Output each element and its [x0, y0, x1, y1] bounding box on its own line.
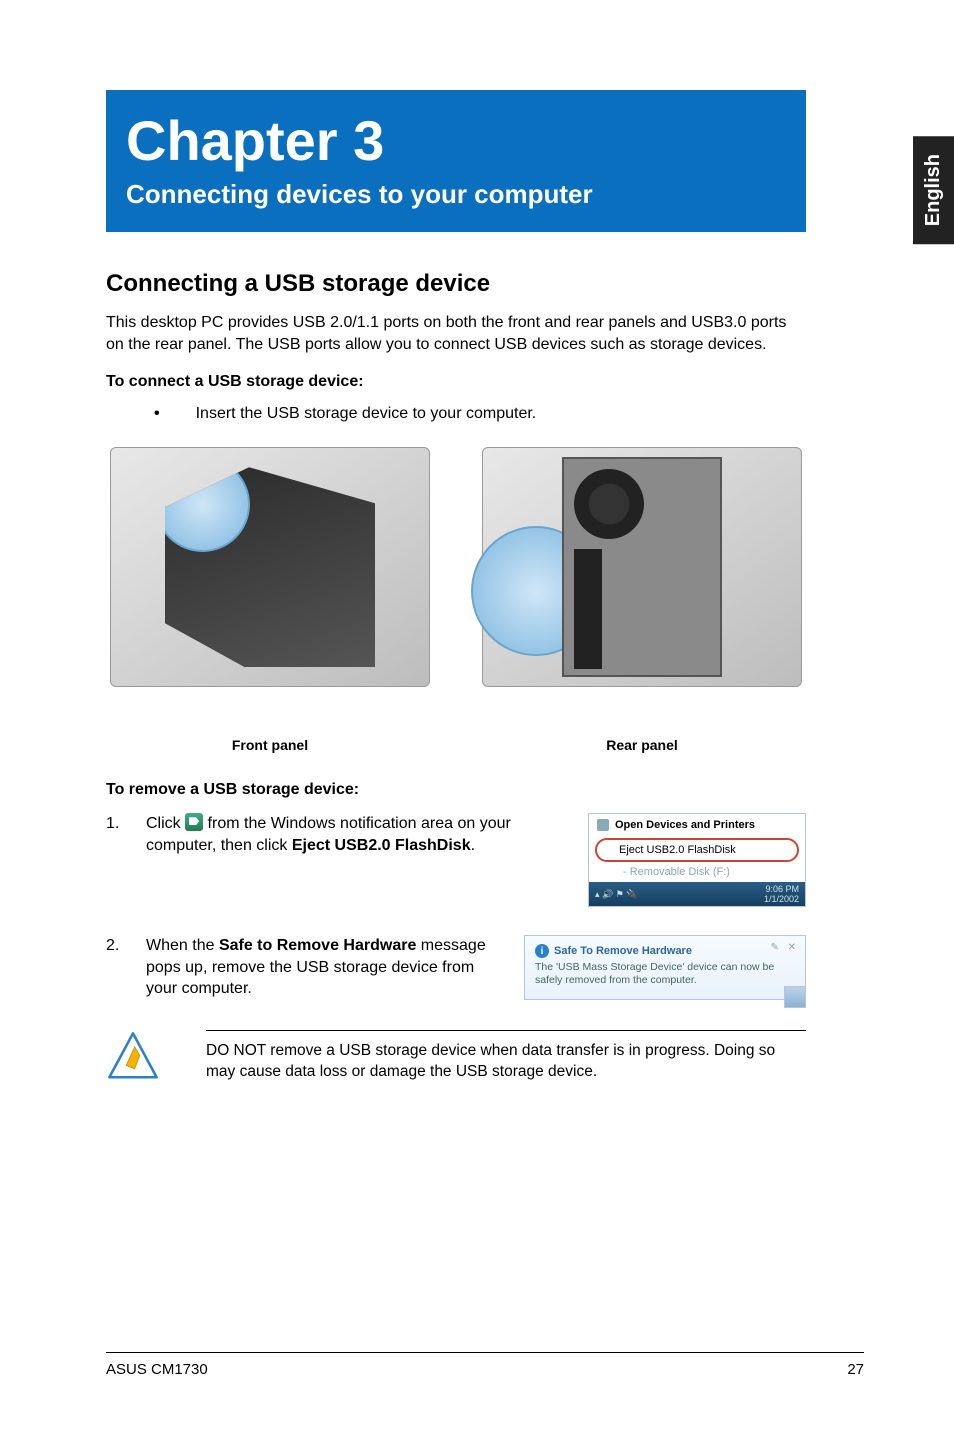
front-panel-figure: Front panel — [106, 447, 434, 753]
front-panel-caption: Front panel — [232, 737, 308, 753]
rear-panel-image — [482, 447, 802, 687]
safe-remove-message: The 'USB Mass Storage Device' device can… — [535, 961, 795, 986]
pc-front-illustration — [165, 467, 375, 667]
connect-bullet-row: • Insert the USB storage device to your … — [106, 405, 806, 423]
balloon-close-icons: ✎ ✕ — [770, 942, 799, 953]
chapter-banner: Chapter 3 Connecting devices to your com… — [106, 90, 806, 232]
taskbar-tray: ▴ 🔊 ⚑ 🔌 9:06 PM 1/1/2002 — [589, 882, 805, 906]
tray-date: 1/1/2002 — [764, 894, 799, 904]
removable-disk-row: - Removable Disk (F:) — [589, 864, 805, 882]
safe-remove-screenshot: ✎ ✕ i Safe To Remove Hardware The 'USB M… — [524, 935, 806, 1000]
safely-remove-tray-icon — [185, 813, 203, 831]
step-1-body: Click from the Windows notification area… — [146, 813, 562, 907]
eject-menu-screenshot: Open Devices and Printers Eject USB2.0 F… — [588, 813, 806, 907]
tray-icons: ▴ 🔊 ⚑ 🔌 — [595, 889, 638, 900]
step-2-row: 2. When the Safe to Remove Hardware mess… — [106, 935, 806, 1000]
devices-icon — [597, 819, 609, 831]
safe-remove-label: Safe to Remove Hardware — [219, 937, 416, 954]
page-content: Chapter 3 Connecting devices to your com… — [0, 0, 954, 1438]
step-number: 1. — [106, 813, 146, 907]
intro-paragraph: This desktop PC provides USB 2.0/1.1 por… — [106, 312, 806, 355]
remove-subheading: To remove a USB storage device: — [106, 781, 806, 799]
chapter-subtitle: Connecting devices to your computer — [126, 179, 786, 210]
eject-flashdisk-label: Eject USB2.0 FlashDisk — [292, 837, 471, 854]
rear-panel-caption: Rear panel — [606, 737, 678, 753]
eject-flashdisk-row: Eject USB2.0 FlashDisk — [595, 838, 799, 862]
section-heading: Connecting a USB storage device — [106, 270, 806, 298]
page-footer: ASUS CM1730 27 — [106, 1352, 864, 1378]
step-2-body: When the Safe to Remove Hardware message… — [146, 935, 498, 1000]
divider — [206, 1030, 806, 1031]
footer-page-number: 27 — [847, 1361, 864, 1378]
connect-subheading: To connect a USB storage device: — [106, 373, 806, 391]
rear-panel-figure: Rear panel — [478, 447, 806, 753]
open-devices-row: Open Devices and Printers — [589, 814, 805, 836]
panel-figures-row: Front panel Rear panel — [106, 447, 806, 753]
usb-callout-circle — [155, 457, 250, 552]
pc-rear-illustration — [562, 457, 722, 677]
balloon-corner-icon — [784, 986, 806, 1008]
step-number: 2. — [106, 935, 146, 1000]
warning-icon — [106, 1030, 160, 1084]
info-icon: i — [535, 944, 549, 958]
tray-time: 9:06 PM — [765, 884, 799, 894]
warning-text: DO NOT remove a USB storage device when … — [206, 1041, 806, 1083]
bullet-dot-icon: • — [154, 405, 160, 423]
footer-model: ASUS CM1730 — [106, 1361, 208, 1378]
chapter-title: Chapter 3 — [126, 108, 786, 173]
connect-bullet-text: Insert the USB storage device to your co… — [196, 405, 537, 423]
step-1-row: 1. Click from the Windows notification a… — [106, 813, 806, 907]
front-panel-image — [110, 447, 430, 687]
warning-box: DO NOT remove a USB storage device when … — [106, 1030, 806, 1084]
safe-remove-title: Safe To Remove Hardware — [554, 945, 692, 957]
